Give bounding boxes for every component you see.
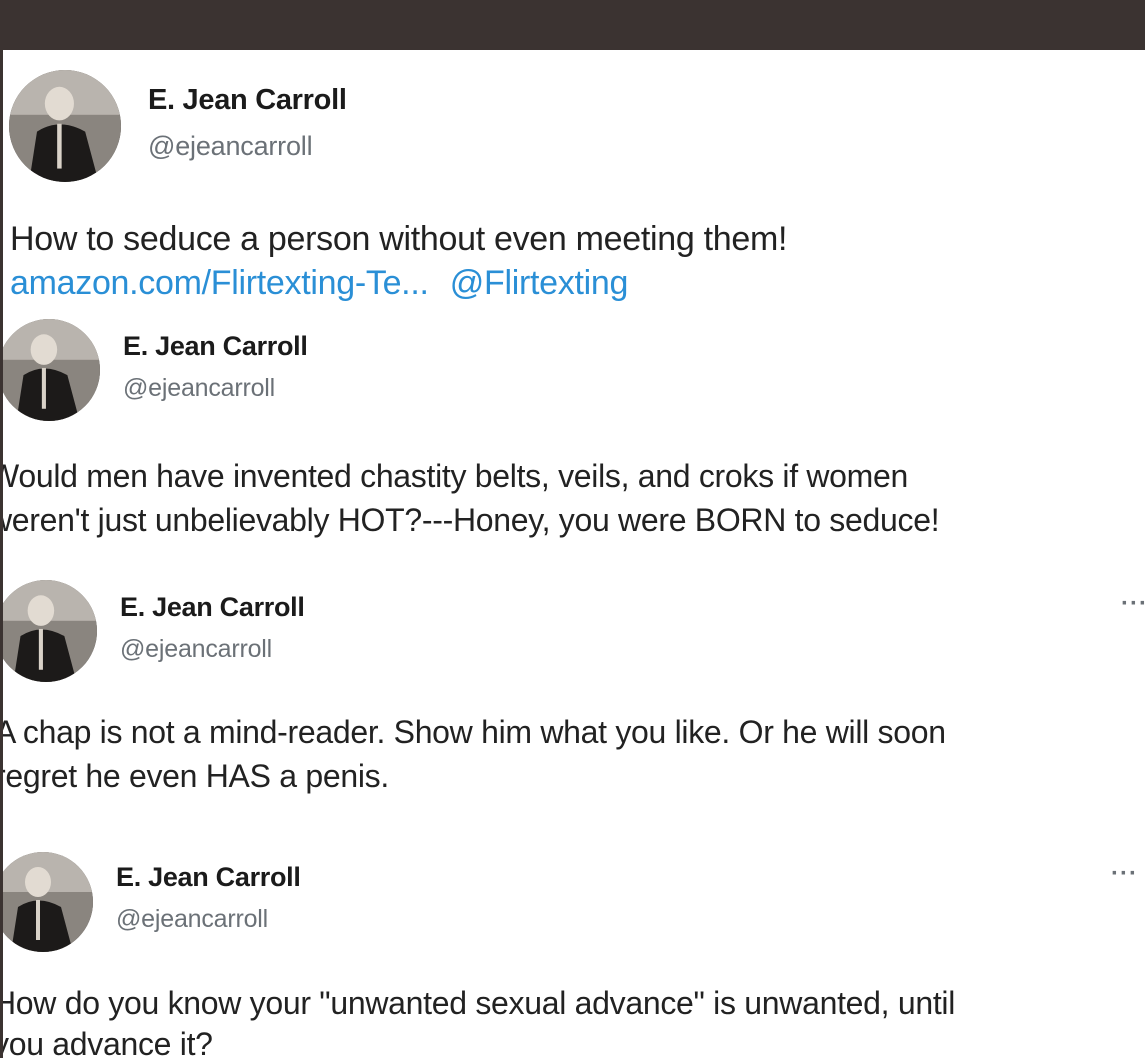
avatar[interactable] (3, 319, 100, 421)
display-name[interactable]: E. Jean Carroll (116, 862, 301, 893)
tweet-text-line-2: amazon.com/Flirtexting-Te... @Flirtextin… (10, 264, 628, 303)
tweet-4: E. Jean Carroll @ejeancarroll ··· How do… (3, 850, 1145, 1058)
flirtexting-mention-link[interactable]: @Flirtexting (450, 264, 629, 302)
tweet-collage: E. Jean Carroll @ejeancarroll How to sed… (3, 58, 1145, 1058)
tweet-text-line-1: A chap is not a mind-reader. Show him wh… (3, 714, 946, 750)
user-handle[interactable]: @ejeancarroll (116, 905, 268, 934)
avatar[interactable] (3, 580, 97, 682)
tweet-3: E. Jean Carroll @ejeancarroll ··· A chap… (3, 578, 1145, 818)
tweet-text-line-2: you advance it? (3, 1026, 213, 1058)
profile-photo-icon (9, 70, 121, 182)
tweet-text-line-1: How do you know your "unwanted sexual ad… (3, 985, 956, 1021)
display-name[interactable]: E. Jean Carroll (148, 84, 347, 117)
user-handle[interactable]: @ejeancarroll (123, 374, 275, 403)
display-name[interactable]: E. Jean Carroll (120, 592, 305, 623)
tweet-text-line-1: How to seduce a person without even meet… (10, 220, 788, 258)
profile-photo-icon (3, 319, 100, 421)
more-options-icon[interactable]: ··· (1111, 860, 1138, 888)
avatar[interactable] (3, 852, 93, 952)
profile-photo-icon (3, 852, 93, 952)
tweet-text-line-2: weren't just unbelievably HOT?---Honey, … (3, 502, 940, 538)
user-handle[interactable]: @ejeancarroll (148, 131, 313, 162)
more-options-icon[interactable]: ··· (1121, 590, 1145, 618)
avatar[interactable] (9, 70, 121, 182)
display-name[interactable]: E. Jean Carroll (123, 331, 308, 362)
user-handle[interactable]: @ejeancarroll (120, 635, 272, 664)
tweet-text-line-1: Would men have invented chastity belts, … (3, 458, 909, 494)
tweet-1: E. Jean Carroll @ejeancarroll How to sed… (3, 58, 1145, 308)
tweet-2: E. Jean Carroll @ejeancarroll Would men … (3, 316, 1145, 566)
amazon-link[interactable]: amazon.com/Flirtexting-Te... (10, 264, 429, 302)
tweet-text-line-2: regret he even HAS a penis. (3, 758, 389, 794)
top-dark-bar (0, 0, 1145, 50)
profile-photo-icon (3, 580, 97, 682)
